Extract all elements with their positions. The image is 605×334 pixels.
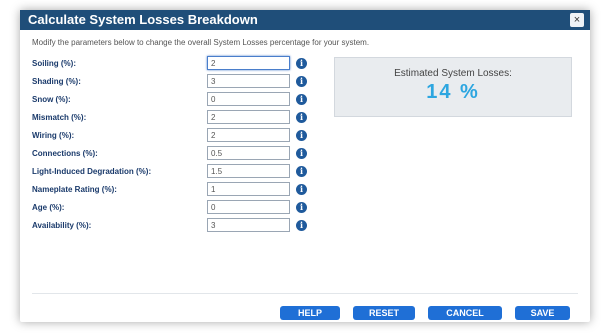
info-icon[interactable]: i <box>296 165 307 177</box>
reset-button[interactable]: RESET <box>353 306 415 320</box>
info-icon[interactable]: i <box>296 201 307 213</box>
light-induced-degradation-input[interactable] <box>207 164 290 178</box>
dialog-description: Modify the parameters below to change th… <box>32 38 370 47</box>
info-icon[interactable]: i <box>296 75 307 87</box>
soiling-input[interactable] <box>207 56 290 70</box>
info-icon[interactable]: i <box>296 147 307 159</box>
field-label-wiring: Wiring (%): <box>32 130 75 140</box>
footer-divider <box>32 293 578 294</box>
field-label-light-induced-degradation: Light-Induced Degradation (%): <box>32 166 152 176</box>
field-row-connections: Connections (%): i <box>32 146 307 160</box>
connections-input[interactable] <box>207 146 290 160</box>
help-button[interactable]: HELP <box>280 306 340 320</box>
field-label-connections: Connections (%): <box>32 148 98 158</box>
estimated-losses-value: 14 % <box>426 81 480 103</box>
field-row-mismatch: Mismatch (%): i <box>32 110 307 124</box>
cancel-button[interactable]: CANCEL <box>428 306 502 320</box>
field-row-nameplate-rating: Nameplate Rating (%): i <box>32 182 307 196</box>
info-icon[interactable]: i <box>296 129 307 141</box>
nameplate-rating-input[interactable] <box>207 182 290 196</box>
field-row-shading: Shading (%): i <box>32 74 307 88</box>
close-icon[interactable]: × <box>570 13 584 27</box>
field-label-nameplate-rating: Nameplate Rating (%): <box>32 184 117 194</box>
field-row-light-induced-degradation: Light-Induced Degradation (%): i <box>32 164 307 178</box>
info-icon[interactable]: i <box>296 111 307 123</box>
field-label-snow: Snow (%): <box>32 94 71 104</box>
field-row-wiring: Wiring (%): i <box>32 128 307 142</box>
info-icon[interactable]: i <box>296 219 307 231</box>
age-input[interactable] <box>207 200 290 214</box>
snow-input[interactable] <box>207 92 290 106</box>
field-label-shading: Shading (%): <box>32 76 81 86</box>
info-icon[interactable]: i <box>296 57 307 69</box>
estimated-losses-label: Estimated System Losses: <box>394 68 512 79</box>
shading-input[interactable] <box>207 74 290 88</box>
info-icon[interactable]: i <box>296 93 307 105</box>
field-label-age: Age (%): <box>32 202 65 212</box>
field-row-snow: Snow (%): i <box>32 92 307 106</box>
save-button[interactable]: SAVE <box>515 306 570 320</box>
field-label-soiling: Soiling (%): <box>32 58 76 68</box>
dialog-title: Calculate System Losses Breakdown <box>20 10 590 30</box>
field-row-soiling: Soiling (%): i <box>32 56 307 70</box>
estimated-losses-panel: Estimated System Losses: 14 % <box>334 57 572 117</box>
field-label-mismatch: Mismatch (%): <box>32 112 87 122</box>
info-icon[interactable]: i <box>296 183 307 195</box>
availability-input[interactable] <box>207 218 290 232</box>
field-label-availability: Availability (%): <box>32 220 92 230</box>
field-row-age: Age (%): i <box>32 200 307 214</box>
field-row-availability: Availability (%): i <box>32 218 307 232</box>
system-losses-dialog: Calculate System Losses Breakdown × Modi… <box>20 10 590 322</box>
wiring-input[interactable] <box>207 128 290 142</box>
mismatch-input[interactable] <box>207 110 290 124</box>
